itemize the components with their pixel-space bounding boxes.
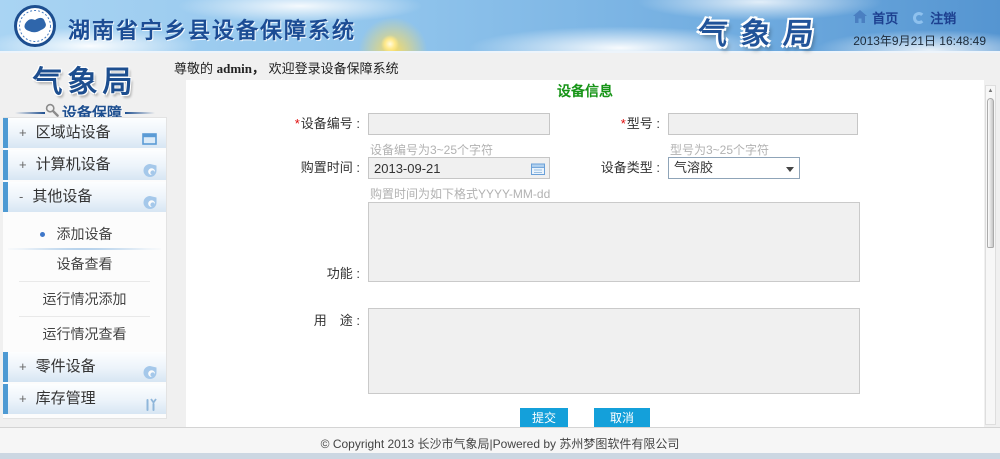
function-textarea[interactable]: [368, 202, 860, 282]
submit-button[interactable]: 提交: [520, 408, 568, 428]
welcome-username: admin，: [217, 61, 265, 76]
submenu-separator: [19, 316, 150, 317]
footer: © Copyright 2013 长沙市气象局|Powered by 苏州梦图软…: [0, 427, 1000, 459]
scroll-up-arrow-icon[interactable]: ▲: [986, 86, 995, 97]
device-no-label: *设备编号 :: [186, 113, 360, 135]
home-link[interactable]: 首页: [872, 8, 898, 27]
device-type-value: 气溶胶: [674, 160, 713, 175]
purchase-date-hint: 购置时间为如下格式YYYY-MM-dd: [370, 185, 550, 202]
bureau-logo-icon: [14, 5, 56, 47]
submenu-item-add-operation[interactable]: 运行情况添加: [3, 285, 166, 313]
submenu-item-view-device[interactable]: 设备查看: [3, 250, 166, 278]
calendar-icon[interactable]: [531, 162, 545, 180]
device-info-panel: 设备信息 *设备编号 : 设备编号为3~25个字符 *型号 : 型号为3~25个…: [186, 80, 984, 427]
app-root: 湖南省宁乡县设备保障系统 气象局 首页 注销 2013年9月21日 16:48:…: [0, 0, 1000, 459]
expand-indicator: +: [19, 125, 27, 140]
model-label: *型号 :: [566, 113, 660, 135]
copyright-text: © Copyright 2013 长沙市气象局|Powered by 苏州梦图软…: [0, 435, 1000, 452]
model-input[interactable]: [668, 113, 858, 135]
form-title: 设备信息: [186, 81, 984, 101]
welcome-prefix: 尊敬的: [174, 61, 217, 76]
model-hint: 型号为3~25个字符: [670, 141, 769, 158]
function-label: 功能 :: [186, 263, 360, 285]
sidebar-item-inventory-management[interactable]: + 库存管理: [3, 384, 166, 414]
submenu-label: 添加设备: [57, 226, 113, 242]
bureau-title: 气象局: [696, 9, 830, 53]
use-label: 用 途 :: [186, 310, 360, 332]
menu-label: 计算机设备: [36, 156, 111, 173]
use-textarea[interactable]: [368, 308, 860, 394]
device-type-select[interactable]: 气溶胶: [668, 157, 800, 179]
sidebar-item-other-equipment[interactable]: -其他设备: [3, 182, 166, 212]
vertical-scrollbar[interactable]: ▲: [985, 85, 996, 425]
logout-icon: [913, 12, 925, 24]
menu-label: 其他设备: [32, 188, 92, 205]
menu-label: 零件设备: [36, 358, 96, 375]
active-bullet-icon: [40, 232, 45, 237]
sidebar-submenu: 添加设备 设备查看 运行情况添加 运行情况查看: [3, 214, 166, 352]
welcome-message: 尊敬的 admin， 欢迎登录设备保障系统: [174, 58, 399, 77]
device-no-input[interactable]: [368, 113, 550, 135]
expand-indicator: +: [19, 391, 27, 406]
brand-divider-right: [125, 112, 155, 114]
sidebar-item-regional-station[interactable]: + 区域站设备: [3, 118, 166, 148]
chat-icon: [143, 190, 157, 220]
header-utility: 首页 注销 2013年9月21日 16:48:49: [853, 8, 986, 49]
required-mark: *: [295, 116, 300, 131]
menu-label: 库存管理: [36, 390, 96, 407]
submenu-separator: [19, 281, 150, 282]
device-no-hint: 设备编号为3~25个字符: [370, 141, 493, 158]
required-mark: *: [621, 116, 626, 131]
logout-link[interactable]: 注销: [930, 8, 956, 27]
tools-icon: [144, 392, 157, 422]
device-type-label: 设备类型 :: [566, 157, 660, 179]
sidebar-item-parts-equipment[interactable]: + 零件设备: [3, 352, 166, 382]
expand-indicator: +: [19, 157, 27, 172]
purchase-date-label: 购置时间 :: [186, 157, 360, 179]
submenu-label: 运行情况查看: [43, 326, 127, 342]
system-title: 湖南省宁乡县设备保障系统: [68, 13, 356, 45]
purchase-date-field: [368, 157, 550, 179]
welcome-suffix: 欢迎登录设备保障系统: [265, 61, 399, 76]
sidebar-menu: +区域站设备 +计算机设备 -其他设备 添加: [3, 117, 167, 419]
sidebar-brand-title: 气象局: [0, 57, 170, 101]
submenu-item-view-operation[interactable]: 运行情况查看: [3, 320, 166, 348]
menu-label: 区域站设备: [36, 124, 111, 141]
footer-bottom-strip: [0, 453, 1000, 459]
header-banner: 湖南省宁乡县设备保障系统 气象局 首页 注销 2013年9月21日 16:48:…: [0, 0, 1000, 53]
datetime-display: 2013年9月21日 16:48:49: [853, 32, 986, 49]
brand-divider-left: [15, 112, 45, 114]
purchase-date-input[interactable]: [368, 157, 550, 179]
sidebar-brand: 气象局 设备保障: [0, 55, 170, 123]
submenu-item-add-device[interactable]: 添加设备: [3, 220, 166, 248]
scrollbar-thumb[interactable]: [987, 98, 994, 248]
submenu-label: 运行情况添加: [43, 291, 127, 307]
submenu-label: 设备查看: [57, 256, 113, 272]
sidebar-item-computer-equipment[interactable]: + 计算机设备: [3, 150, 166, 180]
cancel-button[interactable]: 取消: [594, 408, 650, 428]
collapse-indicator: -: [19, 189, 23, 204]
expand-indicator: +: [19, 359, 27, 374]
home-icon: [853, 10, 867, 26]
sidebar: 气象局 设备保障 + 区域站设备: [0, 55, 170, 427]
chevron-down-icon: [786, 167, 794, 172]
